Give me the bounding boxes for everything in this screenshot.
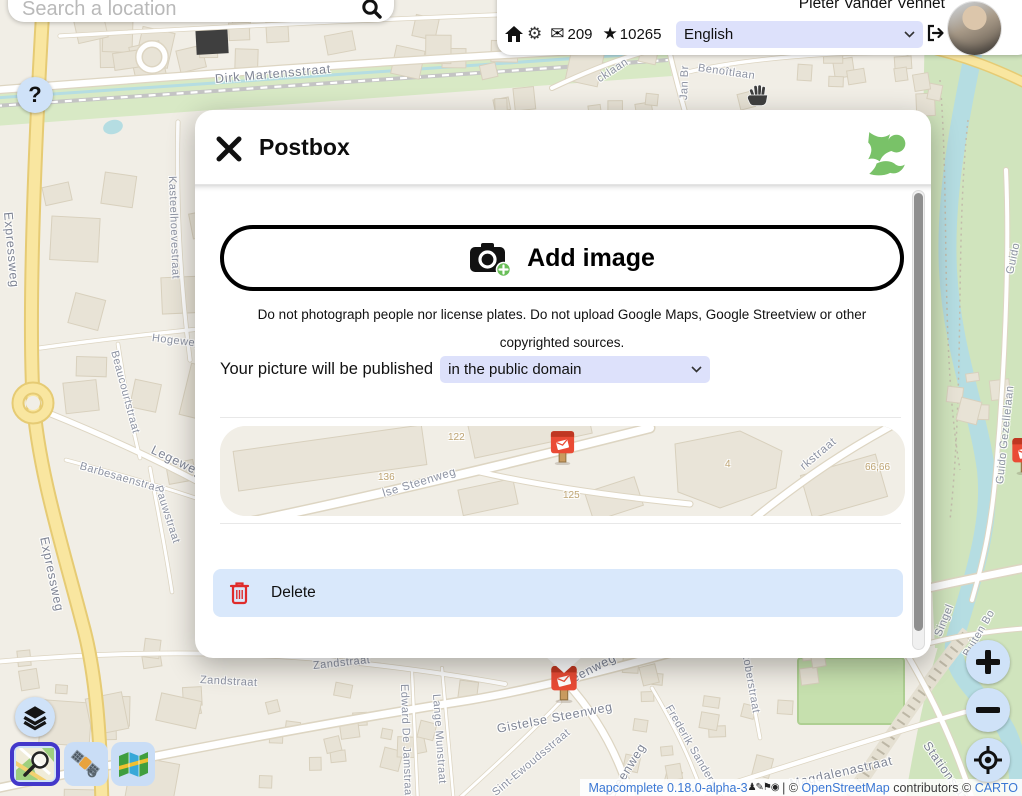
postbox-dialog: Postbox Add image Do not ph	[195, 110, 931, 658]
satellite-icon	[70, 748, 102, 780]
carto-link[interactable]: CARTO	[975, 781, 1018, 795]
minus-icon	[976, 698, 1000, 722]
dialog-scrollbar-track	[912, 190, 925, 650]
chevron-down-icon	[904, 31, 915, 38]
changesets-count: 10265	[620, 26, 662, 43]
geolocate-button[interactable]	[966, 738, 1010, 782]
layers-icon	[21, 703, 49, 731]
image-policy-text: Do not photograph people nor license pla…	[228, 301, 896, 357]
map-style-osm-button[interactable]	[10, 742, 60, 786]
crosshair-icon	[974, 746, 1002, 774]
user-avatar[interactable]	[948, 2, 1001, 55]
language-select[interactable]: English	[676, 21, 923, 48]
map-style-satellite-button[interactable]	[64, 742, 108, 786]
layers-button[interactable]	[15, 697, 55, 737]
question-mark-icon: ?	[28, 82, 41, 108]
license-prefix-text: Your picture will be published	[220, 360, 433, 379]
zoom-in-button[interactable]	[966, 640, 1010, 684]
search-bar	[8, 0, 394, 22]
zoom-out-button[interactable]	[966, 688, 1010, 732]
add-image-label: Add image	[527, 244, 655, 273]
attribution-stat-icons: ♟✎⚑◉	[748, 782, 779, 793]
help-button[interactable]: ?	[17, 77, 53, 113]
osm-map-style-icon	[16, 748, 54, 780]
divider	[220, 417, 901, 418]
home-icon[interactable]	[505, 26, 523, 43]
postbox-marker[interactable]	[1009, 437, 1022, 475]
add-image-button[interactable]: Add image	[220, 225, 904, 291]
plus-icon	[976, 650, 1000, 674]
postbox-marker	[548, 430, 577, 465]
dialog-scrollbar-thumb[interactable]	[914, 193, 923, 631]
osm-logo-icon	[865, 130, 907, 176]
dialog-pointer	[545, 656, 583, 673]
mail-icon[interactable]: ✉	[550, 24, 564, 44]
close-icon[interactable]	[215, 135, 243, 163]
mapcomplete-app: Dirk MartensstraatcklaanJan BrBenoîtlaan…	[0, 0, 1022, 796]
mapcomplete-version-link[interactable]: Mapcomplete 0.18.0-alpha-3	[588, 781, 747, 795]
search-icon[interactable]	[361, 0, 382, 19]
folded-map-icon	[117, 751, 149, 778]
settings-gear-icon[interactable]: ⚙	[527, 24, 542, 44]
user-panel: Pieter Vander Vennet ⚙ ✉ 209 ★ 10265 Eng…	[497, 0, 1022, 55]
dialog-content: Add image Do not photograph people nor l…	[195, 184, 931, 658]
user-name: Pieter Vander Vennet	[799, 0, 945, 13]
star-icon[interactable]: ★	[603, 24, 618, 44]
divider	[220, 523, 901, 524]
chevron-down-icon	[691, 366, 702, 373]
attribution-bar: Mapcomplete 0.18.0-alpha-3♟✎⚑◉ | © OpenS…	[580, 779, 1022, 796]
camera-plus-icon	[469, 239, 511, 277]
location-minimap[interactable]: 122136lse Steenweg1254rkstraat66;66	[220, 426, 905, 516]
search-input[interactable]	[22, 0, 352, 21]
osm-link[interactable]: OpenStreetMap	[802, 781, 890, 795]
delete-label: Delete	[271, 584, 316, 602]
contributors-text: contributors ©	[890, 781, 975, 795]
map-style-map-button[interactable]	[111, 742, 155, 786]
language-select-value: English	[684, 26, 733, 43]
license-select[interactable]: in the public domain	[440, 356, 710, 383]
attribution-text: | ©	[779, 781, 802, 795]
messages-count: 209	[568, 26, 593, 43]
delete-button[interactable]: Delete	[213, 569, 903, 617]
logout-icon[interactable]	[927, 24, 945, 42]
trash-icon	[229, 581, 250, 605]
dialog-title: Postbox	[259, 134, 350, 161]
license-select-value: in the public domain	[448, 361, 581, 378]
